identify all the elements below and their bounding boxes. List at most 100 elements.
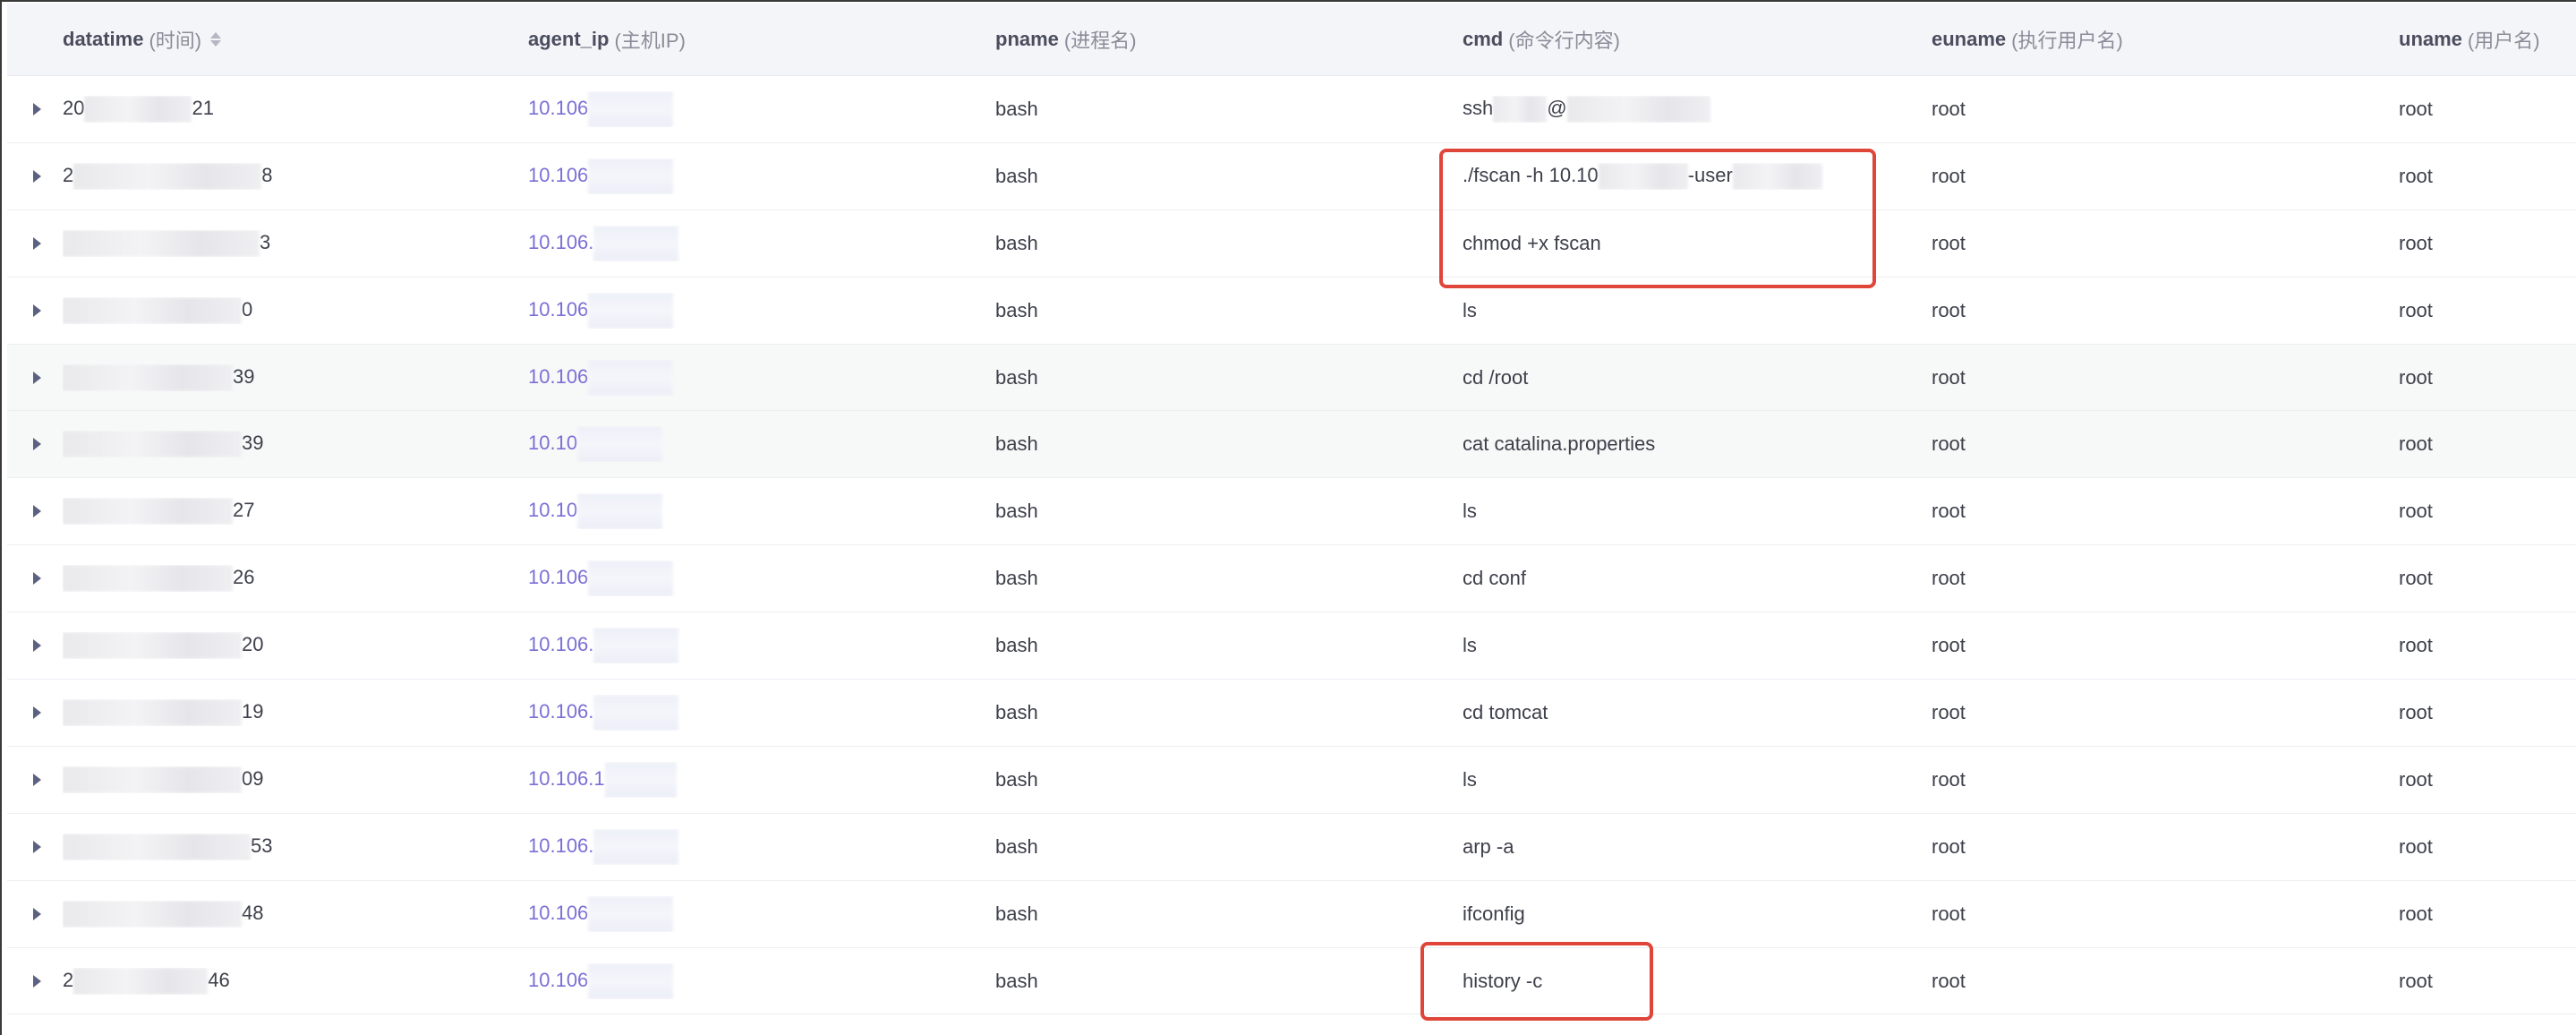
redacted-block: [588, 895, 674, 932]
caret-right-icon[interactable]: [32, 505, 41, 518]
caret-right-icon[interactable]: [32, 773, 41, 786]
cell-agent-ip[interactable]: 10.106: [528, 292, 995, 329]
table-row[interactable]: 2 46 10.106 bash history -c root root: [7, 948, 2576, 1015]
caret-right-icon[interactable]: [32, 907, 41, 920]
table-row[interactable]: 20 21 10.106 bash ssh @ root root: [7, 76, 2576, 143]
cmd-text: ifconfig: [1463, 902, 1525, 925]
cell-agent-ip[interactable]: 10.106.1: [528, 761, 995, 798]
redacted-block: [63, 498, 233, 526]
sort-icon[interactable]: [210, 32, 222, 47]
row-expand[interactable]: [7, 974, 63, 988]
agent-ip-link[interactable]: 10.106.: [528, 700, 593, 723]
table-row[interactable]: 20 10.106. bash ls root root: [7, 612, 2576, 680]
caret-right-icon[interactable]: [32, 639, 41, 653]
caret-right-icon[interactable]: [32, 102, 41, 115]
agent-ip-link[interactable]: 10.106: [528, 97, 588, 119]
table-row[interactable]: 09 10.106.1 bash ls root root: [7, 747, 2576, 814]
column-header-pname[interactable]: pname (进程名): [995, 25, 1463, 54]
table-row[interactable]: 0 10.106 bash ls root root: [7, 278, 2576, 345]
caret-right-icon[interactable]: [32, 236, 41, 250]
row-expand[interactable]: [7, 840, 63, 853]
row-expand[interactable]: [7, 169, 63, 183]
row-expand[interactable]: [7, 505, 63, 518]
agent-ip-link[interactable]: 10.106: [528, 297, 588, 320]
cell-datatime: 2 46: [63, 967, 528, 995]
agent-ip-link[interactable]: 10.106.: [528, 231, 593, 253]
cell-cmd: ifconfig: [1463, 902, 1932, 926]
agent-ip-link[interactable]: 10.106: [528, 901, 588, 923]
row-expand[interactable]: [7, 907, 63, 920]
agent-ip-link[interactable]: 10.106.: [528, 834, 593, 857]
cell-uname: root: [2399, 834, 2433, 858]
cell-agent-ip[interactable]: 10.106: [528, 560, 995, 597]
row-expand[interactable]: [7, 102, 63, 115]
row-expand[interactable]: [7, 639, 63, 653]
caret-right-icon[interactable]: [32, 438, 41, 451]
cell-agent-ip[interactable]: 10.10: [528, 426, 995, 463]
cell-agent-ip[interactable]: 10.106.: [528, 225, 995, 261]
cell-agent-ip[interactable]: 10.106: [528, 359, 995, 396]
table-row[interactable]: 19 10.106. bash cd tomcat root root: [7, 680, 2576, 747]
redacted-block: [593, 694, 679, 731]
cell-uname: root: [2399, 231, 2433, 254]
column-header-cmd[interactable]: cmd (命令行内容): [1463, 25, 1932, 54]
caret-right-icon[interactable]: [32, 572, 41, 586]
redacted-block: [593, 828, 679, 865]
table-row[interactable]: 3 10.106. bash chmod +x fscan root root: [7, 210, 2576, 278]
table-row[interactable]: 53 10.106. bash arp -a root root: [7, 814, 2576, 881]
agent-ip-link[interactable]: 10.106: [528, 364, 588, 387]
cell-datatime: 53: [63, 833, 528, 860]
column-header-agent-ip[interactable]: agent_ip (主机IP): [528, 25, 995, 54]
cell-agent-ip[interactable]: 10.106: [528, 90, 995, 127]
table-row[interactable]: 39 10.10 bash cat catalina.properties root ro…: [7, 411, 2576, 479]
agent-ip-link[interactable]: 10.10: [528, 432, 577, 454]
cell-agent-ip[interactable]: 10.106: [528, 962, 995, 999]
agent-ip-link[interactable]: 10.106: [528, 566, 588, 588]
cell-datatime: 48: [63, 900, 528, 928]
cell-uname: root: [2399, 567, 2433, 590]
cell-euname: root: [1932, 634, 1966, 657]
table-row[interactable]: 26 10.106 bash cd conf root root: [7, 545, 2576, 613]
column-header-euname[interactable]: euname (执行用户名): [1932, 25, 2399, 54]
row-expand[interactable]: [7, 371, 63, 384]
caret-right-icon[interactable]: [32, 304, 41, 317]
agent-ip-link[interactable]: 10.106.: [528, 633, 593, 655]
table-row[interactable]: 48 10.106 bash ifconfig root root: [7, 881, 2576, 948]
agent-ip-link[interactable]: 10.10: [528, 499, 577, 521]
agent-ip-link[interactable]: 10.106: [528, 968, 588, 990]
row-expand[interactable]: [7, 706, 63, 719]
cell-agent-ip[interactable]: 10.106.: [528, 628, 995, 664]
agent-ip-link[interactable]: 10.106: [528, 164, 588, 186]
row-expand[interactable]: [7, 236, 63, 250]
row-expand[interactable]: [7, 438, 63, 451]
cell-datatime: 09: [63, 766, 528, 793]
cell-agent-ip[interactable]: 10.106.: [528, 694, 995, 731]
caret-right-icon[interactable]: [32, 840, 41, 853]
cell-cmd: ssh @: [1463, 95, 1932, 123]
cell-agent-ip[interactable]: 10.10: [528, 493, 995, 530]
redacted-block: [577, 493, 663, 530]
table-row[interactable]: 27 10.10 bash ls root root: [7, 478, 2576, 546]
table-row[interactable]: 39 10.106 bash cd /root root root: [7, 344, 2576, 412]
caret-right-icon[interactable]: [32, 371, 41, 384]
cell-pname: bash: [995, 97, 1038, 120]
agent-ip-link[interactable]: 10.106.1: [528, 767, 605, 790]
datatime-prefix: 2: [63, 968, 74, 991]
row-expand[interactable]: [7, 572, 63, 586]
row-expand[interactable]: [7, 304, 63, 317]
datatime-suffix: 53: [251, 834, 273, 857]
cell-uname: root: [2399, 700, 2433, 723]
cell-pname: bash: [995, 500, 1038, 523]
cell-agent-ip[interactable]: 10.106.: [528, 828, 995, 865]
column-header-uname[interactable]: uname (用户名): [2399, 25, 2576, 54]
cmd-text: ls: [1463, 634, 1477, 657]
caret-right-icon[interactable]: [32, 169, 41, 183]
row-expand[interactable]: [7, 773, 63, 786]
column-header-datatime[interactable]: datatime (时间): [63, 25, 528, 54]
caret-right-icon[interactable]: [32, 706, 41, 719]
table-row[interactable]: 2 8 10.106 bash ./fscan -h 10.10 -user root roo…: [7, 143, 2576, 210]
cell-agent-ip[interactable]: 10.106: [528, 158, 995, 194]
caret-right-icon[interactable]: [32, 974, 41, 988]
cell-cmd: ls: [1463, 634, 1932, 657]
cell-agent-ip[interactable]: 10.106: [528, 895, 995, 932]
